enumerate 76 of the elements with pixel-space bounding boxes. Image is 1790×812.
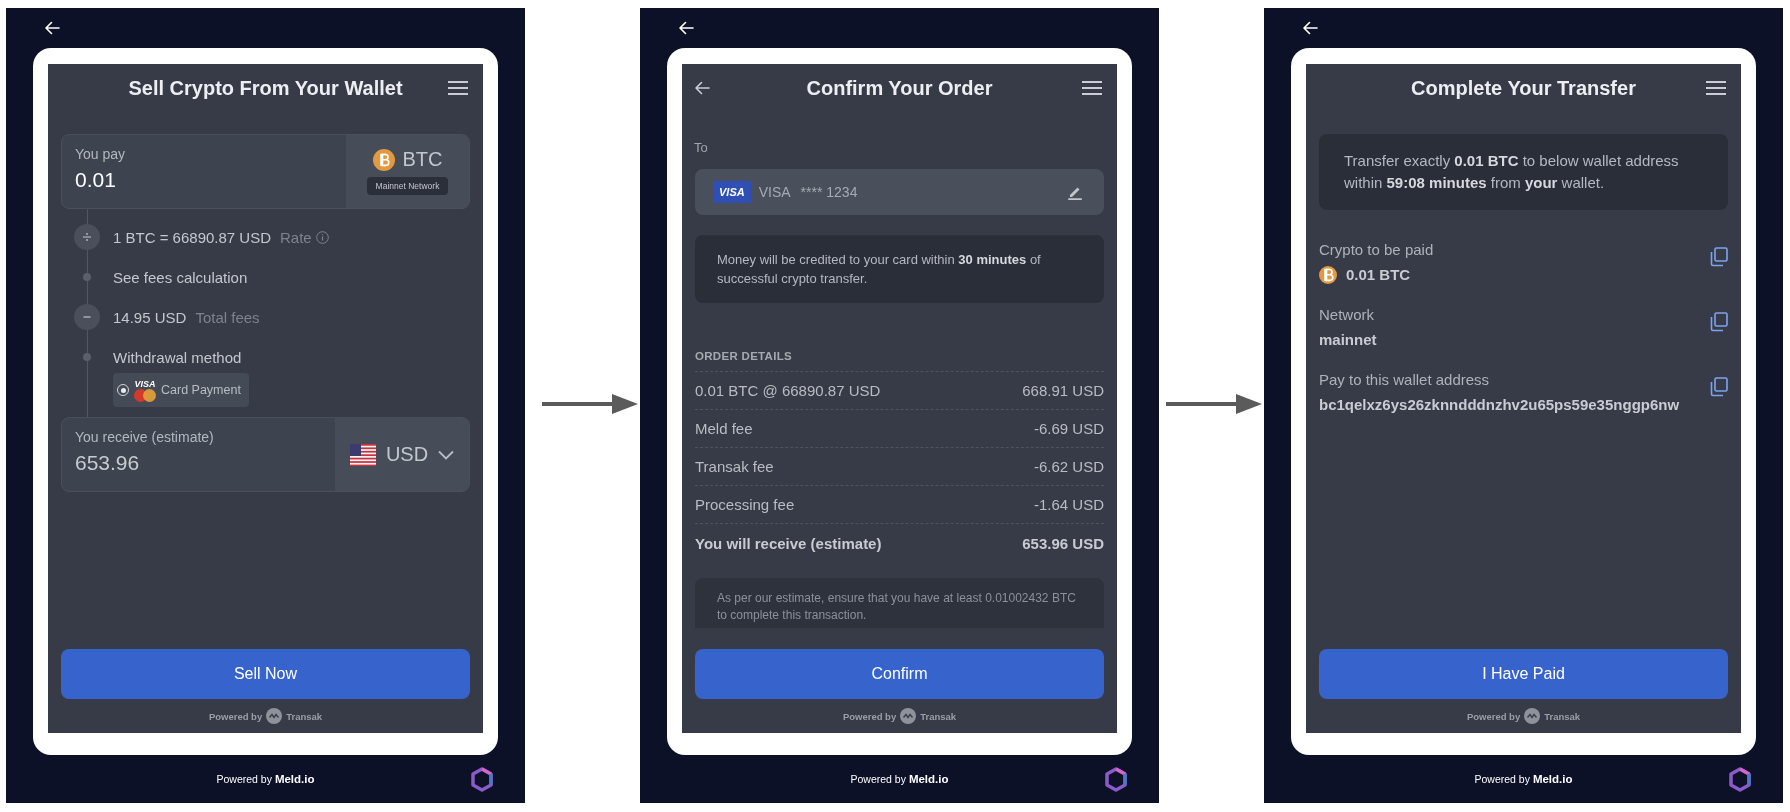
field-label: You receive (estimate): [75, 429, 215, 445]
chevron-down-icon: [438, 449, 455, 460]
copy-icon[interactable]: [1710, 377, 1728, 397]
powered-by-label: Powered by: [1466, 710, 1521, 722]
primary-button[interactable]: Sell Now: [61, 649, 470, 699]
currency-select[interactable]: USD: [335, 418, 469, 491]
amount-value: 0.01: [75, 168, 117, 192]
bitcoin-icon: [1319, 266, 1337, 284]
primary-button[interactable]: Confirm: [695, 649, 1104, 699]
info-message: Money will be credited to your card within 30 minutes of successful crypto transfer.: [695, 235, 1104, 303]
field-label: Pay to this wallet address: [1319, 371, 1491, 388]
powered-by-meld: Powered by Meld.io: [1473, 773, 1574, 785]
amount-field[interactable]: You pay 0.01 BTC Mainnet Network: [61, 134, 470, 209]
field-value: mainnet: [1319, 330, 1377, 350]
detail-label: 0.01 BTC @ 66890.87 USD: [695, 382, 881, 399]
us-flag-icon: [349, 443, 376, 466]
field-label: You pay: [75, 146, 127, 162]
amount-value: 653.96: [75, 451, 141, 475]
copy-icon[interactable]: [1710, 312, 1728, 332]
info-message: Transfer exactly 0.01 BTC to below wallet address within 59:08 minutes from your wallet.: [1319, 134, 1728, 210]
detail-value: 653.96 USD: [1022, 534, 1104, 552]
screen-title: Confirm Your Order: [805, 76, 994, 100]
powered-by-meld: Powered by Meld.io: [849, 773, 950, 785]
powered-by-label: Powered by: [842, 710, 897, 722]
visa-logo: VISA: [713, 181, 751, 203]
detail-label: Transak fee: [695, 458, 774, 475]
back-button[interactable]: [694, 80, 710, 96]
field-value: bc1qelxz6ys26zknndddnzhv2u65ps59e35nggp6nw: [1319, 395, 1680, 415]
powered-by-meld: Powered by Meld.io: [215, 773, 316, 785]
step-label: Total fees: [195, 308, 260, 326]
section-heading: ORDER DETAILS: [695, 350, 793, 362]
field-label: Crypto to be paid: [1319, 241, 1435, 258]
card-circles-icon: [134, 388, 156, 402]
step-value: 1 BTC = 66890.87 USD: [113, 228, 271, 246]
menu-icon[interactable]: [1081, 80, 1103, 96]
amount-field[interactable]: You receive (estimate) 653.96 USD: [61, 417, 470, 492]
transak-label: Transak: [286, 710, 323, 722]
powered-by-label: Powered by: [208, 710, 263, 722]
transak-logo-icon: [900, 708, 917, 724]
transak-label: Transak: [1544, 710, 1581, 722]
step-value: 14.95 USD: [113, 308, 187, 326]
info-icon[interactable]: [315, 230, 329, 244]
meld-logo-icon: [1104, 766, 1128, 792]
detail-value: -1.64 USD: [1033, 496, 1104, 513]
card-number: **** 1234: [800, 184, 858, 200]
detail-label: You will receive (estimate): [695, 534, 882, 552]
transak-label: Transak: [920, 710, 957, 722]
detail-value: -6.62 USD: [1033, 458, 1104, 475]
step-label: Withdrawal method: [113, 348, 242, 366]
menu-icon[interactable]: [447, 80, 469, 96]
field-value: 0.01 BTC: [1346, 265, 1411, 285]
copy-icon[interactable]: [1710, 247, 1728, 267]
payment-option[interactable]: VISA Card Payment: [113, 373, 249, 407]
section-label: To: [694, 140, 709, 155]
visa-logo: VISA: [134, 378, 156, 389]
screen-title: Complete Your Transfer: [1410, 76, 1637, 100]
transak-logo-icon: [266, 708, 283, 724]
meld-logo-icon: [470, 766, 494, 792]
card-selector[interactable]: VISA VISA **** 1234: [695, 169, 1104, 215]
network-tag: Mainnet Network: [366, 177, 449, 195]
detail-value: -6.69 USD: [1033, 420, 1104, 437]
card-brand: VISA: [758, 184, 791, 200]
menu-icon[interactable]: [1705, 80, 1727, 96]
step-label: Rate: [280, 228, 312, 246]
currency-code: BTC: [402, 148, 443, 171]
detail-label: Processing fee: [695, 496, 795, 513]
primary-button[interactable]: I Have Paid: [1319, 649, 1728, 699]
note-message: As per our estimate, ensure that you have at least 0.01002432 BTC to complete this transaction.: [695, 578, 1104, 628]
transak-logo-icon: [1524, 708, 1541, 724]
field-label: Network: [1319, 306, 1375, 323]
fees-link[interactable]: See fees calculation: [113, 268, 248, 286]
meld-logo-icon: [1728, 766, 1752, 792]
detail-value: 668.91 USD: [1022, 382, 1104, 399]
screen-title: Sell Crypto From Your Wallet: [127, 76, 404, 100]
detail-label: Meld fee: [695, 420, 753, 437]
bitcoin-icon: [372, 148, 395, 171]
